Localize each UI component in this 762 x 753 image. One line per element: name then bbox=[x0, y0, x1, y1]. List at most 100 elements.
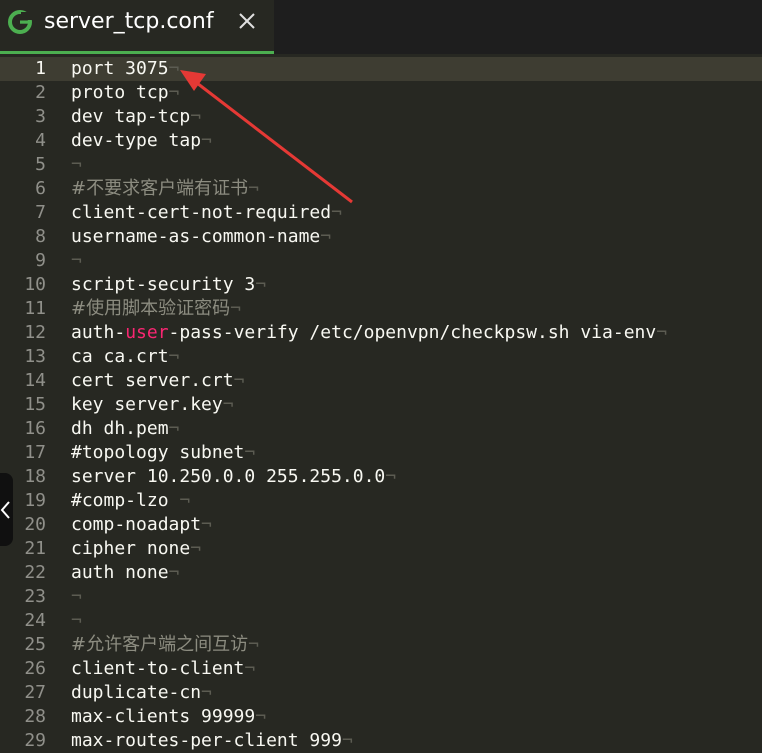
code-line[interactable]: 26 client-to-client ¬ bbox=[0, 657, 762, 681]
line-number: 26 bbox=[24, 658, 46, 679]
code-line[interactable]: 7 client-cert-not-required ¬ bbox=[0, 201, 762, 225]
code-line[interactable]: 14 cert server.crt ¬ bbox=[0, 369, 762, 393]
code-line[interactable]: 5 ¬ bbox=[0, 153, 762, 177]
newline-marker: ¬ bbox=[341, 730, 353, 751]
code-line[interactable]: 13 ca ca.crt ¬ bbox=[0, 345, 762, 369]
code-text: #topology subnet bbox=[71, 442, 245, 463]
line-number: 13 bbox=[24, 346, 46, 367]
line-number: 10 bbox=[24, 274, 46, 295]
newline-marker: ¬ bbox=[656, 322, 668, 343]
code-line[interactable]: 18 server 10.250.0.0 255.255.0.0 ¬ bbox=[0, 465, 762, 489]
newline-marker: ¬ bbox=[190, 538, 202, 559]
line-number: 29 bbox=[24, 730, 46, 751]
newline-marker: ¬ bbox=[190, 106, 202, 127]
newline-marker: ¬ bbox=[255, 706, 267, 727]
newline-marker: ¬ bbox=[385, 466, 397, 487]
newline-marker: ¬ bbox=[168, 418, 180, 439]
code-line[interactable]: 27 duplicate-cn ¬ bbox=[0, 681, 762, 705]
code-text: #comp-lzo bbox=[71, 490, 180, 511]
code-line[interactable]: 3 dev tap-tcp ¬ bbox=[0, 105, 762, 129]
code-text: comp-noadapt bbox=[71, 514, 202, 535]
keyword-highlight: user bbox=[125, 322, 169, 343]
g-logo-icon bbox=[8, 10, 32, 34]
newline-marker: ¬ bbox=[222, 394, 234, 415]
newline-marker: ¬ bbox=[71, 154, 82, 175]
code-text: server 10.250.0.0 255.255.0.0 bbox=[71, 466, 386, 487]
line-number: 5 bbox=[35, 154, 46, 175]
code-line[interactable]: 19 #comp-lzo ¬ bbox=[0, 489, 762, 513]
line-number: 15 bbox=[24, 394, 46, 415]
newline-marker: ¬ bbox=[201, 130, 212, 151]
line-number: 24 bbox=[24, 610, 46, 631]
line-number: 3 bbox=[35, 106, 46, 127]
line-number: 2 bbox=[35, 82, 46, 103]
close-icon[interactable] bbox=[236, 9, 258, 33]
code-line[interactable]: 28 max-clients 99999 ¬ bbox=[0, 705, 762, 729]
line-number: 22 bbox=[24, 562, 46, 583]
code-text: cert server.crt bbox=[71, 370, 234, 391]
line-number: 25 bbox=[24, 634, 46, 655]
newline-marker: ¬ bbox=[244, 658, 256, 679]
code-line[interactable]: 17 #topology subnet ¬ bbox=[0, 441, 762, 465]
newline-marker: ¬ bbox=[320, 226, 332, 247]
code-line[interactable]: 12 auth-user-pass-verify /etc/openvpn/che… bbox=[0, 321, 762, 345]
code-line[interactable]: 15 key server.key ¬ bbox=[0, 393, 762, 417]
newline-marker: ¬ bbox=[168, 346, 180, 367]
newline-marker: ¬ bbox=[71, 610, 82, 631]
newline-marker: ¬ bbox=[168, 562, 180, 583]
code-line[interactable]: 11 #使用脚本验证密码 ¬ bbox=[0, 297, 762, 321]
line-number: 16 bbox=[24, 418, 46, 439]
newline-marker: ¬ bbox=[71, 250, 82, 271]
code-text: duplicate-cn bbox=[71, 682, 202, 703]
line-number: 11 bbox=[24, 298, 46, 319]
tab-server-tcp-conf[interactable]: server_tcp.conf bbox=[0, 0, 274, 54]
line-number: 6 bbox=[35, 178, 46, 199]
newline-marker: ¬ bbox=[201, 682, 212, 703]
newline-marker: ¬ bbox=[255, 274, 267, 295]
code-text: proto tcp bbox=[71, 82, 169, 103]
newline-marker: ¬ bbox=[168, 82, 180, 103]
code-line[interactable]: 9 ¬ bbox=[0, 249, 762, 273]
code-line[interactable]: 21 cipher none ¬ bbox=[0, 537, 762, 561]
code-line[interactable]: 6 #不要求客户端有证书 ¬ bbox=[0, 177, 762, 201]
code-line[interactable]: 16 dh dh.pem ¬ bbox=[0, 417, 762, 441]
code-line[interactable]: 8 username-as-common-name ¬ bbox=[0, 225, 762, 249]
line-number: 8 bbox=[35, 226, 46, 247]
code-text: cipher none bbox=[71, 538, 191, 559]
code-text: key server.key bbox=[71, 394, 223, 415]
line-number: 9 bbox=[35, 250, 46, 271]
code-line[interactable]: 20 comp-noadapt ¬ bbox=[0, 513, 762, 537]
code-line[interactable]: 25 #允许客户端之间互访 ¬ bbox=[0, 633, 762, 657]
newline-marker: ¬ bbox=[248, 634, 259, 655]
code-line[interactable]: 1 port 3075 ¬ bbox=[0, 57, 762, 81]
tab-bar: server_tcp.conf bbox=[0, 0, 762, 54]
line-number: 4 bbox=[35, 130, 46, 151]
code-line[interactable]: 24 ¬ bbox=[0, 609, 762, 633]
code-line[interactable]: 10 script-security 3 ¬ bbox=[0, 273, 762, 297]
code-line[interactable]: 23 ¬ bbox=[0, 585, 762, 609]
line-number: 1 bbox=[35, 58, 46, 79]
newline-marker: ¬ bbox=[230, 298, 241, 319]
code-editor[interactable]: 1 port 3075 ¬ 2 proto tcp ¬ 3 dev tap-tcp ¬ 4 dev-… bbox=[0, 54, 762, 753]
newline-marker: ¬ bbox=[233, 370, 245, 391]
newline-marker: ¬ bbox=[248, 178, 259, 199]
code-text: client-cert-not-required bbox=[71, 202, 332, 223]
code-line[interactable]: 4 dev-type tap ¬ bbox=[0, 129, 762, 153]
code-line[interactable]: 22 auth none ¬ bbox=[0, 561, 762, 585]
newline-marker: ¬ bbox=[244, 442, 256, 463]
code-text: port 3075 bbox=[71, 58, 169, 79]
line-number: 12 bbox=[24, 322, 46, 343]
collapse-sidebar-handle[interactable] bbox=[0, 473, 13, 546]
newline-marker: ¬ bbox=[201, 514, 212, 535]
code-line[interactable]: 2 proto tcp ¬ bbox=[0, 81, 762, 105]
code-text: username-as-common-name bbox=[71, 226, 321, 247]
code-text: client-to-client bbox=[71, 658, 245, 679]
chevron-left-icon bbox=[0, 501, 10, 519]
code-text: auth none bbox=[71, 562, 169, 583]
code-line[interactable]: 29 max-routes-per-client 999 ¬ bbox=[0, 729, 762, 753]
line-number: 7 bbox=[35, 202, 46, 223]
line-number: 27 bbox=[24, 682, 46, 703]
line-number: 28 bbox=[24, 706, 46, 727]
line-number: 14 bbox=[24, 370, 46, 391]
line-number: 17 bbox=[24, 442, 46, 463]
